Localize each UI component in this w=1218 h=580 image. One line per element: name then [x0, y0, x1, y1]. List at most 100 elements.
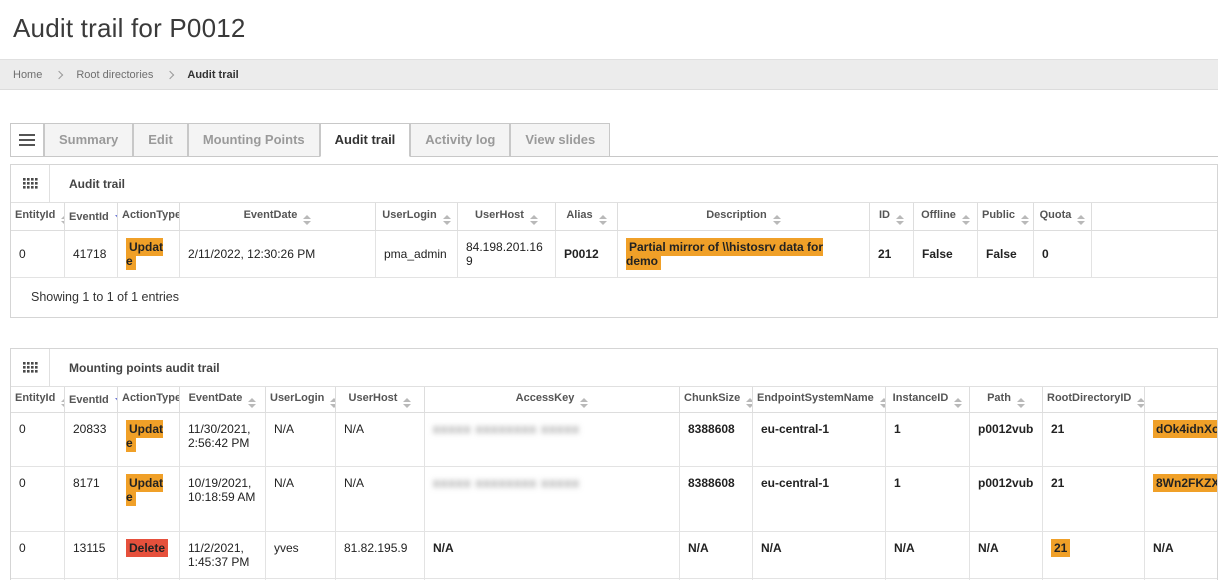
highlight-orange: 21: [1051, 539, 1070, 557]
cell-offline: False: [914, 231, 978, 278]
panel-mounting-points-audit-trail: Mounting points audit trail EntityId Even…: [10, 348, 1218, 580]
column-header-actiontype[interactable]: ActionType: [118, 387, 180, 413]
access-key-redacted: xxxxx xxxxxxxx xxxxx: [433, 476, 580, 490]
cell-chunksize: 8388608: [680, 413, 753, 467]
sort-icon: [746, 398, 753, 408]
sort-icon: [303, 215, 311, 225]
cell-path: p0012vub: [970, 467, 1043, 532]
menu-button[interactable]: [10, 123, 44, 157]
column-header-userhost[interactable]: UserHost: [336, 387, 425, 413]
tab-edit[interactable]: Edit: [133, 123, 188, 157]
cell-extra: N/A: [1145, 532, 1218, 579]
cell-actiontype: Update: [118, 467, 180, 532]
cell-extra: 8Wn2FKZXN: [1145, 467, 1218, 532]
highlight-orange: Partial mirror of \\histosrv data for de…: [626, 238, 823, 270]
column-header-description[interactable]: Description: [618, 203, 870, 231]
column-header-public[interactable]: Public: [978, 203, 1034, 231]
tab-summary[interactable]: Summary: [44, 123, 133, 157]
cell-eventid: 13115: [65, 532, 118, 579]
column-label: EventId: [69, 394, 109, 406]
column-header-actiontype[interactable]: ActionType: [118, 203, 180, 231]
panel-header: Mounting points audit trail: [11, 349, 1217, 387]
column-header-userhost[interactable]: UserHost: [458, 203, 556, 231]
cell-eventid: 20833: [65, 413, 118, 467]
column-label: EndpointSystemName: [757, 392, 874, 404]
highlight-red: Delete: [126, 539, 168, 557]
cell-endpointsystemname: eu-central-1: [753, 413, 886, 467]
cell-rootdirectoryid: 21: [1043, 532, 1145, 579]
column-label: UserHost: [349, 392, 398, 404]
column-header-alias[interactable]: Alias: [556, 203, 618, 231]
highlight-orange: Update: [126, 474, 163, 506]
tab-audit-trail[interactable]: Audit trail: [320, 123, 411, 157]
breadcrumb-home[interactable]: Home: [13, 69, 42, 81]
cell-userhost: 84.198.201.169: [458, 231, 556, 278]
cell-id: 21: [870, 231, 914, 278]
column-label: ID: [879, 209, 890, 221]
cell-userlogin: pma_admin: [376, 231, 458, 278]
cell-quota: 0: [1034, 231, 1092, 278]
cell-eventid: 8171: [65, 467, 118, 532]
column-header-eventid[interactable]: EventId: [65, 203, 118, 231]
cell-accesskey: xxxxx xxxxxxxx xxxxx: [425, 413, 680, 467]
page-title: Audit trail for P0012: [0, 0, 1218, 44]
column-label: UserHost: [475, 209, 524, 221]
column-header-entityid[interactable]: EntityId: [11, 203, 65, 231]
column-header-endpointsystemname[interactable]: EndpointSystemName: [753, 387, 886, 413]
sort-icon: [580, 398, 588, 408]
column-label: Offline: [921, 209, 956, 221]
breadcrumb: Home Root directories Audit trail: [0, 59, 1218, 90]
cell-userlogin: N/A: [266, 413, 336, 467]
column-header-eventid[interactable]: EventId: [65, 387, 118, 413]
column-label: EntityId: [15, 209, 55, 221]
column-header-eventdate[interactable]: EventDate: [180, 203, 376, 231]
cell-eventdate: 10/19/2021, 10:18:59 AM: [180, 467, 266, 532]
breadcrumb-root-directories[interactable]: Root directories: [76, 69, 153, 81]
cell-userhost: N/A: [336, 413, 425, 467]
column-label: EventDate: [244, 209, 298, 221]
tab-view-slides[interactable]: View slides: [510, 123, 610, 157]
sort-icon: [896, 215, 904, 225]
tab-activity-log[interactable]: Activity log: [410, 123, 510, 157]
cell-eventdate: 2/11/2022, 12:30:26 PM: [180, 231, 376, 278]
grid-handle-icon[interactable]: [11, 349, 50, 386]
column-header-path[interactable]: Path: [970, 387, 1043, 413]
column-label: EntityId: [15, 392, 55, 404]
sort-icon: [248, 398, 256, 408]
column-header-eventdate[interactable]: EventDate: [180, 387, 266, 413]
sort-icon: [443, 215, 451, 225]
cell-extra: dOk4idnXoG: [1145, 413, 1218, 467]
cell-eventdate: 11/2/2021, 1:45:37 PM: [180, 532, 266, 579]
column-header-userlogin[interactable]: UserLogin: [266, 387, 336, 413]
column-label: Path: [987, 392, 1011, 404]
chevron-right-icon: [166, 70, 174, 78]
sort-icon: [530, 215, 538, 225]
highlight-orange: 8Wn2FKZXN: [1153, 474, 1218, 492]
cell-path: N/A: [970, 532, 1043, 579]
cell-eventid: 41718: [65, 231, 118, 278]
access-key-redacted: xxxxx xxxxxxxx xxxxx: [433, 422, 580, 436]
column-header-rootdirectoryid[interactable]: RootDirectoryID: [1043, 387, 1145, 413]
highlight-orange: Update: [126, 238, 163, 270]
sort-icon: [1137, 398, 1145, 408]
column-header-quota[interactable]: Quota: [1034, 203, 1092, 231]
tab-mounting-points[interactable]: Mounting Points: [188, 123, 320, 157]
column-label: ChunkSize: [684, 392, 740, 404]
column-header-userlogin[interactable]: UserLogin: [376, 203, 458, 231]
grid-handle-icon[interactable]: [11, 165, 50, 202]
column-header-accesskey[interactable]: AccessKey: [425, 387, 680, 413]
cell-path: p0012vub: [970, 413, 1043, 467]
column-header-id[interactable]: ID: [870, 203, 914, 231]
audit-trail-table: EntityId EventIdActionType EventDate UserLo…: [11, 203, 1217, 278]
column-header-instanceid[interactable]: InstanceID: [886, 387, 970, 413]
tab-bar: Summary Edit Mounting Points Audit trail…: [10, 123, 1218, 157]
column-header-entityid[interactable]: EntityId: [11, 387, 65, 413]
cell-rootdirectoryid: 21: [1043, 467, 1145, 532]
column-header-offline[interactable]: Offline: [914, 203, 978, 231]
column-header-chunksize[interactable]: ChunkSize: [680, 387, 753, 413]
cell-endpointsystemname: eu-central-1: [753, 467, 886, 532]
cell-instanceid: N/A: [886, 532, 970, 579]
breadcrumb-audit-trail: Audit trail: [187, 69, 238, 81]
cell-public: False: [978, 231, 1034, 278]
panel-title: Mounting points audit trail: [50, 349, 220, 386]
